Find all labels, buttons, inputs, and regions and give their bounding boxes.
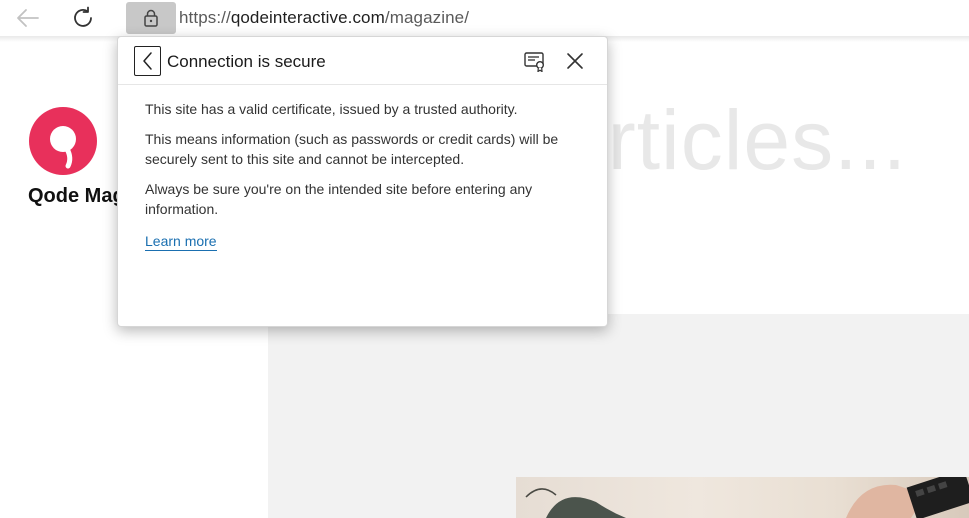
caution-text: Always be sure you're on the intended si…	[145, 181, 533, 217]
close-icon	[567, 53, 583, 69]
learn-more-link[interactable]: Learn more	[145, 232, 217, 251]
reload-button[interactable]	[68, 4, 98, 32]
popup-header: Connection is secure	[118, 37, 607, 85]
secure-explanation-text: This means information (such as password…	[145, 131, 559, 167]
url-prefix: https://	[179, 8, 231, 27]
site-logo[interactable]	[28, 106, 98, 176]
lock-icon	[144, 9, 158, 27]
url-text[interactable]: https://qodeinteractive.com/magazine/	[179, 8, 469, 28]
certificate-button[interactable]	[522, 49, 548, 73]
url-domain: qodeinteractive.com	[230, 8, 385, 27]
arrow-left-icon	[17, 9, 39, 27]
browser-toolbar: https://qodeinteractive.com/magazine/	[0, 0, 969, 36]
article-image[interactable]	[516, 477, 969, 518]
certificate-valid-text: This site has a valid certificate, issue…	[145, 101, 518, 117]
popup-title: Connection is secure	[167, 52, 326, 71]
url-path: /magazine/	[384, 8, 470, 27]
popup-back-button[interactable]	[134, 46, 161, 76]
certificate-icon	[524, 52, 544, 72]
reload-icon	[74, 6, 92, 27]
site-info-button[interactable]	[126, 2, 176, 34]
chevron-left-icon	[142, 52, 152, 70]
hero-heading: articles...	[560, 93, 908, 187]
popup-close-button[interactable]	[562, 49, 588, 73]
back-button[interactable]	[13, 4, 43, 32]
popup-body: This site has a valid certificate, issue…	[145, 99, 590, 251]
site-info-popup: Connection is secure This site has a val…	[117, 36, 608, 327]
site-name[interactable]: Qode Magazine	[28, 185, 118, 208]
